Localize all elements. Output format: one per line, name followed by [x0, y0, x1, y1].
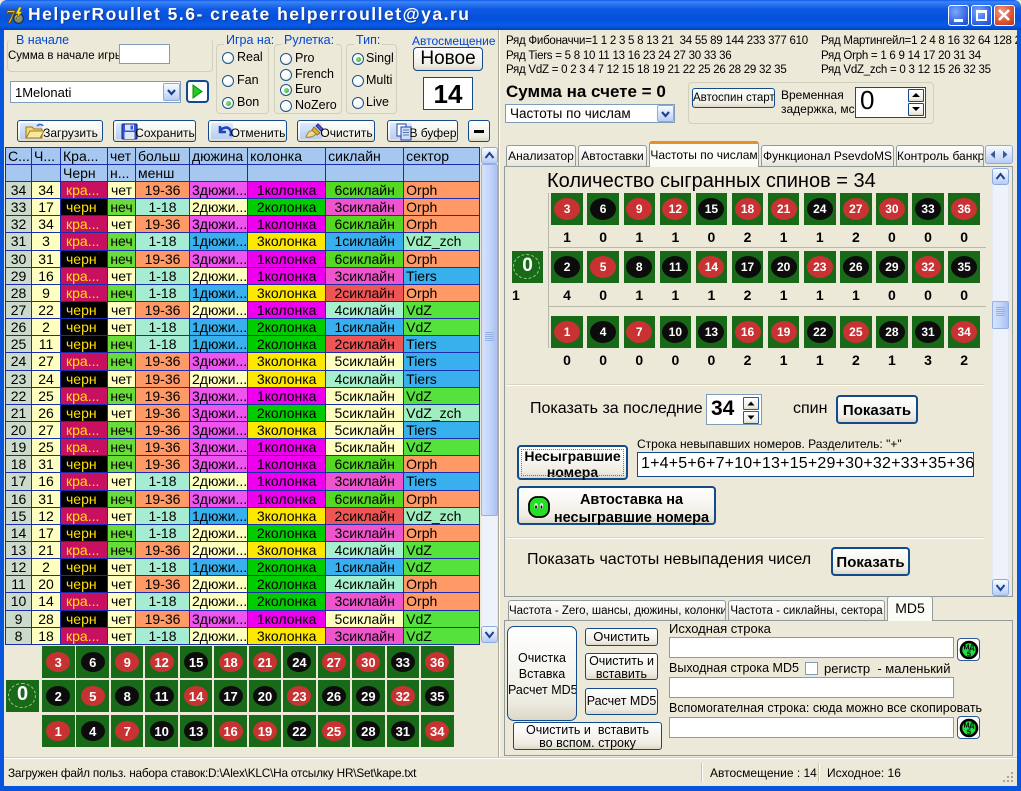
- svg-text:5: 5: [967, 650, 971, 659]
- svg-text:5: 5: [967, 728, 971, 737]
